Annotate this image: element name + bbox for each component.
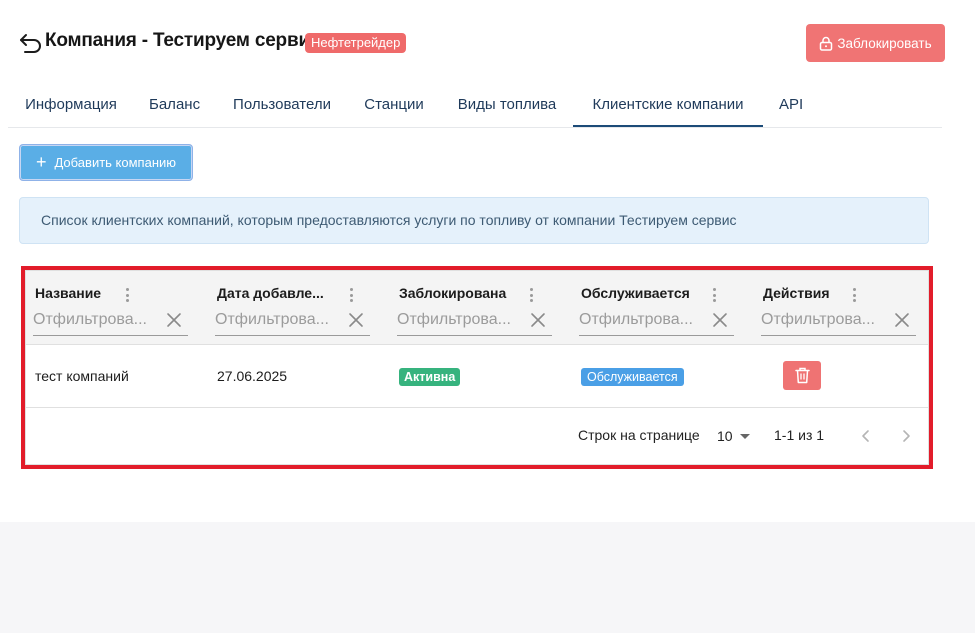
- tab-api[interactable]: API: [779, 84, 803, 126]
- highlight-frame: Название Дата добавле...: [21, 266, 933, 469]
- add-company-button[interactable]: + Добавить компанию: [19, 144, 193, 181]
- page-background: [0, 522, 975, 633]
- caret-down-icon: [739, 433, 750, 439]
- role-badge: Нефтетрейдер: [305, 33, 407, 53]
- tab-stations[interactable]: Станции: [363, 84, 425, 126]
- clear-icon[interactable]: [348, 312, 364, 328]
- filter-field-date[interactable]: [215, 307, 370, 336]
- info-alert: Список клиентских компаний, которым пред…: [19, 197, 929, 244]
- column-header-actions: Действия: [761, 271, 923, 344]
- tabs-bar: Информация Баланс Пользователи Станции В…: [8, 84, 942, 128]
- filter-input-date[interactable]: [215, 307, 339, 333]
- column-menu-icon[interactable]: [530, 288, 534, 304]
- table-header: Название Дата добавле...: [26, 271, 928, 345]
- plus-icon: +: [35, 151, 47, 172]
- filter-field-blocked[interactable]: [397, 307, 552, 336]
- cell-served: Обслуживается: [581, 345, 684, 407]
- column-menu-icon[interactable]: [350, 288, 354, 304]
- rows-per-page-value: 10: [717, 428, 733, 444]
- cell-date-added: 27.06.2025: [217, 368, 288, 384]
- clear-icon[interactable]: [712, 312, 728, 328]
- table-row[interactable]: тест компаний 27.06.2025 Активна Обслужи…: [26, 345, 928, 408]
- filter-input-blocked[interactable]: [397, 307, 521, 333]
- column-header-served: Обслуживается: [579, 271, 741, 344]
- rows-per-page-select[interactable]: 10: [717, 426, 750, 446]
- filter-input-actions[interactable]: [761, 307, 885, 333]
- filter-field-name[interactable]: [33, 307, 188, 336]
- column-label: Название: [35, 285, 102, 301]
- cell-company-name: тест компаний: [35, 368, 129, 384]
- trash-icon: [794, 367, 810, 384]
- pagination-range: 1-1 из 1: [774, 427, 825, 443]
- block-button-label: Заблокировать: [837, 35, 932, 51]
- page-title: Компания - Тестируем сервис: [45, 30, 321, 51]
- status-badge-active: Активна: [399, 368, 461, 387]
- add-company-label: Добавить компанию: [54, 155, 177, 170]
- column-header-name: Название: [33, 271, 195, 344]
- column-label: Действия: [763, 285, 830, 301]
- tab-balance[interactable]: Баланс: [149, 84, 200, 126]
- filter-input-served[interactable]: [579, 307, 703, 333]
- clear-icon[interactable]: [894, 312, 910, 328]
- status-badge-served: Обслуживается: [581, 368, 684, 387]
- filter-field-served[interactable]: [579, 307, 734, 336]
- page: Компания - Тестируем сервис Нефтетрейдер…: [0, 0, 975, 522]
- cell-blocked: Активна: [399, 345, 461, 407]
- column-label: Дата добавле...: [217, 285, 324, 301]
- companies-table: Название Дата добавле...: [25, 270, 929, 465]
- column-label: Заблокирована: [399, 285, 507, 301]
- rows-per-page-label: Строк на странице: [578, 427, 700, 443]
- column-header-blocked: Заблокирована: [397, 271, 559, 344]
- clear-icon[interactable]: [166, 312, 182, 328]
- column-header-date: Дата добавле...: [215, 271, 377, 344]
- clear-icon[interactable]: [530, 312, 546, 328]
- block-company-button[interactable]: Заблокировать: [806, 24, 945, 62]
- table-pagination: Строк на странице 10 1-1 из 1: [26, 408, 928, 462]
- previous-page-icon[interactable]: [856, 426, 876, 446]
- tab-client-companies[interactable]: Клиентские компании: [573, 84, 763, 127]
- delete-company-button[interactable]: [783, 361, 821, 390]
- next-page-icon[interactable]: [896, 426, 916, 446]
- tab-users[interactable]: Пользователи: [231, 84, 333, 126]
- column-menu-icon[interactable]: [126, 288, 130, 304]
- tab-info[interactable]: Информация: [24, 84, 118, 126]
- tab-fuel-types[interactable]: Виды топлива: [456, 84, 558, 126]
- filter-input-name[interactable]: [33, 307, 157, 333]
- back-arrow-icon[interactable]: [19, 32, 43, 54]
- lock-icon: [820, 36, 833, 51]
- column-menu-icon[interactable]: [853, 288, 857, 304]
- filter-field-actions[interactable]: [761, 307, 916, 336]
- column-label: Обслуживается: [581, 285, 690, 301]
- column-menu-icon[interactable]: [713, 288, 717, 304]
